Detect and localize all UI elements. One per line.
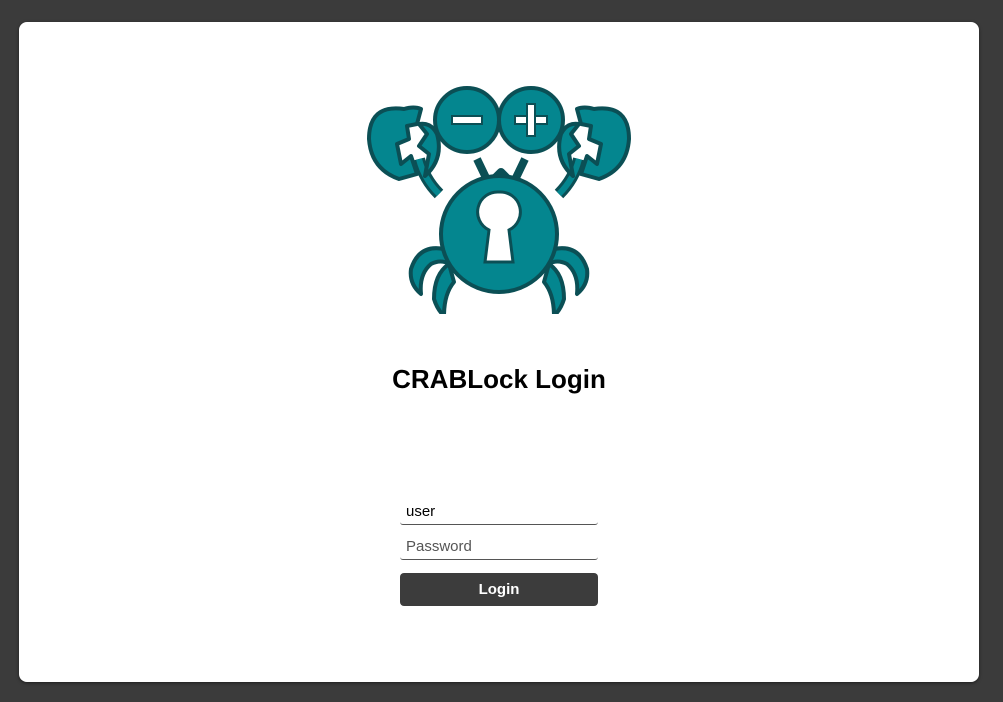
password-field[interactable]: [400, 534, 598, 560]
crab-lock-logo-icon: [367, 86, 631, 314]
username-field[interactable]: [400, 499, 598, 525]
login-button[interactable]: Login: [400, 573, 598, 606]
page-title: CRABLock Login: [392, 364, 606, 394]
login-card: CRABLock Login Login: [19, 22, 979, 682]
